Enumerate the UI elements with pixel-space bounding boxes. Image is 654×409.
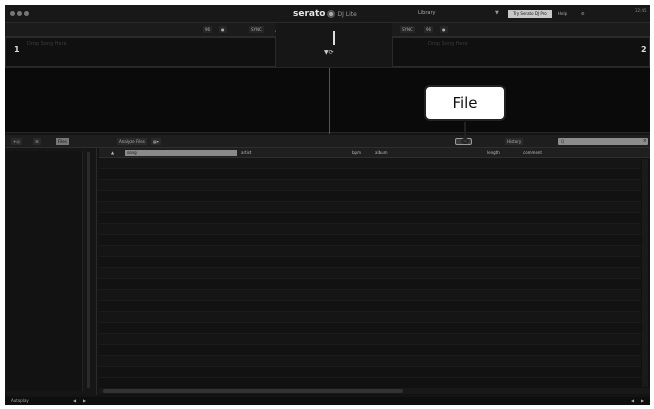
deck-1-bpm-button[interactable]: 96 [203, 26, 213, 33]
table-row[interactable] [99, 312, 641, 323]
column-artist[interactable]: artist [241, 150, 251, 156]
mixer-controls-icon[interactable]: ▼⟳ [324, 49, 334, 56]
callout-bubble: File [424, 85, 506, 121]
deck-2-bpm-button[interactable]: 96 [424, 26, 434, 33]
deck-1-key-button[interactable]: ● [219, 26, 227, 33]
sidebar-scroll-left-icon[interactable]: ◀ [73, 398, 76, 404]
deck-1-number: 1 [14, 45, 20, 54]
search-input[interactable]: Q × [558, 138, 648, 145]
sidebar-scrollbar[interactable] [87, 152, 90, 388]
logo-text: serato [293, 9, 326, 19]
autoplay-label[interactable]: Autoplay [11, 398, 29, 404]
top-bar: serato DJ Lite Library ▼ Try Serato DJ P… [5, 5, 650, 23]
table-row[interactable] [99, 180, 641, 191]
crossfader-handle[interactable] [333, 31, 335, 45]
table-row[interactable] [99, 290, 641, 301]
top-center-label[interactable]: Library [418, 10, 435, 16]
deck-1-placeholder: Drop Song Here [27, 41, 67, 47]
table-row[interactable] [99, 345, 641, 356]
view-options-icon[interactable]: ▦▾ [151, 138, 161, 145]
deck-2-sync-button[interactable]: SYNC [400, 26, 415, 33]
table-row[interactable] [99, 235, 641, 246]
column-length[interactable]: length [487, 150, 500, 156]
close-window-icon[interactable] [10, 11, 15, 16]
table-scroll-right-icon[interactable]: ▶ [641, 398, 644, 404]
table-row[interactable] [99, 257, 641, 268]
status-bar: Autoplay ◀ ▶ ◀ ▶ [5, 397, 650, 405]
settings-gear-icon[interactable]: ⚙ [581, 10, 585, 18]
horizontal-scroll-thumb[interactable] [103, 389, 403, 393]
table-row[interactable] [99, 301, 641, 312]
history-button[interactable]: History [505, 138, 524, 145]
crate-sidebar [5, 148, 97, 395]
table-row[interactable] [99, 169, 641, 180]
table-row[interactable] [99, 268, 641, 279]
sidebar-toggle-icon[interactable]: ☰ [33, 138, 41, 145]
clock: 12:45 [635, 8, 647, 13]
table-row[interactable] [99, 334, 641, 345]
deck-2-number: 2 [641, 45, 647, 54]
menu-arrow-icon[interactable]: ▼ [495, 10, 499, 16]
table-row[interactable] [99, 356, 641, 367]
table-row[interactable] [99, 158, 641, 169]
table-scroll-left-icon[interactable]: ◀ [631, 398, 634, 404]
minimize-window-icon[interactable] [17, 11, 22, 16]
mixer-center: ▼⟳ [276, 23, 392, 67]
table-row[interactable] [99, 323, 641, 334]
search-clear-icon[interactable]: × [643, 138, 647, 145]
deck-2-key-button[interactable]: ● [440, 26, 448, 33]
add-crate-icon[interactable]: +◎ [11, 138, 22, 145]
table-header: ▲ song artist bpm album length comment [99, 148, 650, 158]
table-row[interactable] [99, 279, 641, 290]
track-rows[interactable] [99, 158, 641, 386]
sidebar-scroll-right-icon[interactable]: ▶ [83, 398, 86, 404]
callout-label: File [452, 94, 478, 112]
maximize-window-icon[interactable] [24, 11, 29, 16]
waveform-display[interactable] [5, 67, 650, 134]
table-row[interactable] [99, 246, 641, 257]
files-view-button[interactable]: Files [56, 138, 69, 145]
table-row[interactable] [99, 202, 641, 213]
table-row[interactable] [99, 213, 641, 224]
column-song[interactable]: song [125, 150, 237, 156]
crate-tree[interactable] [7, 151, 83, 391]
deck-2-placeholder: Drop Song Here [428, 41, 468, 47]
analyze-files-button[interactable]: Analyze Files [117, 138, 147, 145]
column-bpm[interactable]: bpm [352, 150, 361, 156]
deck-2-header: SYNC 96 ● [392, 23, 650, 37]
column-comment[interactable]: comment [523, 150, 542, 156]
serato-dj-window: serato DJ Lite Library ▼ Try Serato DJ P… [5, 5, 650, 405]
waveform-divider [329, 68, 330, 134]
table-vertical-scrollbar[interactable] [642, 159, 648, 387]
deck-1-header: 96 ● SYNC [5, 23, 276, 37]
column-album[interactable]: album [375, 150, 388, 156]
logo-disc-icon [327, 10, 336, 18]
sort-arrow-icon[interactable]: ▲ [111, 150, 114, 156]
search-placeholder: Q [561, 139, 565, 144]
serato-logo: serato DJ Lite [293, 8, 357, 20]
upgrade-button[interactable]: Try Serato DJ Pro [508, 10, 552, 18]
help-button[interactable]: Help [558, 10, 567, 18]
table-row[interactable] [99, 191, 641, 202]
library-toolbar: +◎ ☰ Files Analyze Files ▦▾ History Q × [5, 135, 650, 148]
table-horizontal-scrollbar[interactable] [99, 388, 650, 394]
deck-1-sync-button[interactable]: SYNC [249, 26, 264, 33]
track-table: ▲ song artist bpm album length comment [99, 148, 650, 395]
logo-sub: DJ Lite [337, 10, 357, 18]
table-row[interactable] [99, 367, 641, 378]
table-row[interactable] [99, 224, 641, 235]
callout-target-ring [461, 138, 469, 144]
